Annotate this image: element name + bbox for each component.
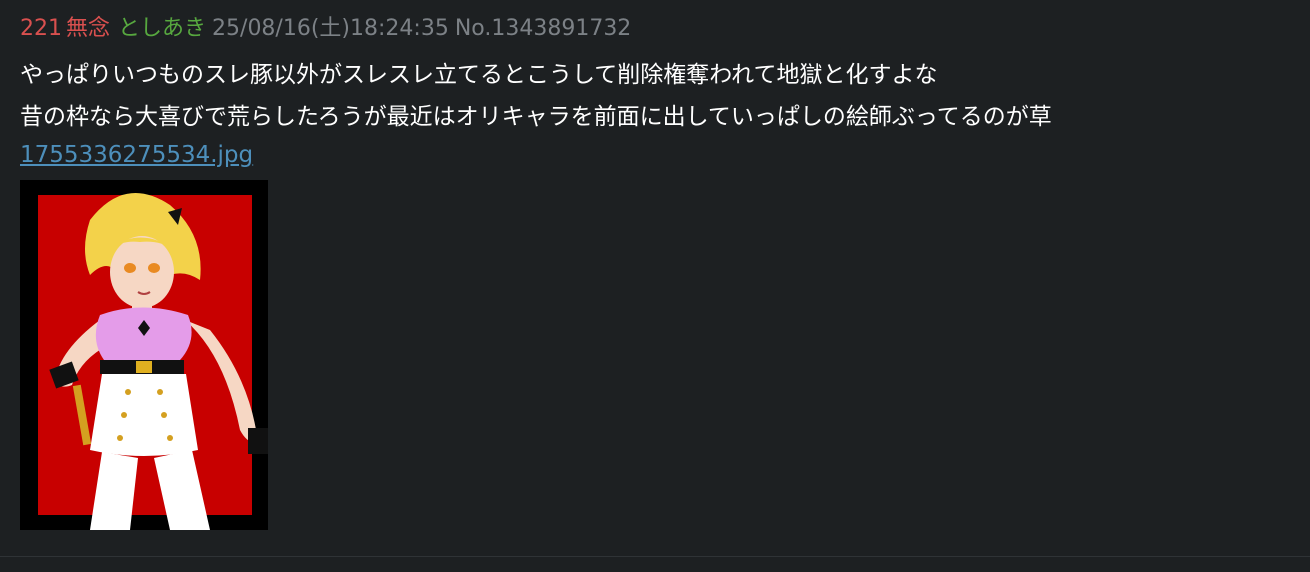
post-header: 221 無念 としあき 25/08/16(土)18:24:35 No.134389173… xyxy=(20,14,631,44)
post-line: 昔の枠なら大喜びで荒らしたろうが最近はオリキャラを前面に出していっぱしの絵師ぶっ… xyxy=(20,104,1052,130)
attachment-filename-link[interactable]: 1755336275534.jpg xyxy=(20,139,253,171)
post-number[interactable]: 221 xyxy=(20,16,62,41)
poster-trip: としあき xyxy=(118,16,207,41)
post-id[interactable]: No.1343891732 xyxy=(455,16,632,41)
post-date: 25/08/16(土)18:24:35 xyxy=(212,16,449,41)
character-illustration-icon xyxy=(20,180,268,530)
attachment-thumbnail[interactable] xyxy=(20,180,268,530)
post: 221 無念 としあき 25/08/16(土)18:24:35 No.134389173… xyxy=(0,0,1310,557)
next-post-edge xyxy=(0,557,1310,572)
poster-name: 無念 xyxy=(66,16,111,41)
post-line: やっぱりいつものスレ豚以外がスレスレ立てるとこうして削除権奪われて地獄と化すよな xyxy=(20,62,938,88)
post-body: やっぱりいつものスレ豚以外がスレスレ立てるとこうして削除権奪われて地獄と化すよな… xyxy=(20,54,1290,138)
